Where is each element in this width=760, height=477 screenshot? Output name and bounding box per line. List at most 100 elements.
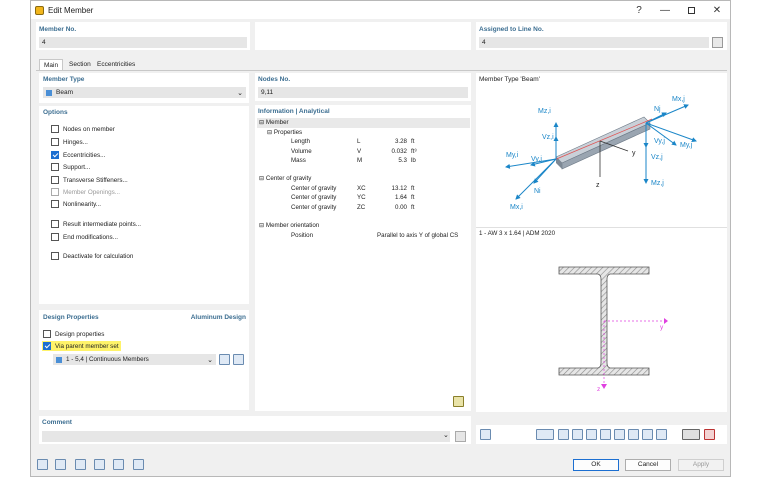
tree-row-cog[interactable]: ⊟ Center of gravity <box>257 174 470 184</box>
option-label: Eccentricities... <box>63 151 106 159</box>
member-set-select[interactable]: 1 - 5,4 | Continuous Members ⌄ <box>53 354 216 365</box>
maximize-button[interactable] <box>684 3 698 17</box>
preview-title: Member Type 'Beam' <box>479 76 540 83</box>
label-y-axis: y <box>632 150 636 157</box>
assigned-field[interactable]: 4 <box>479 37 709 48</box>
section-drawing: y z <box>558 266 668 391</box>
prop-unit: ft <box>411 138 415 145</box>
tab-section[interactable]: Section <box>65 59 95 70</box>
option-label: End modifications... <box>63 233 118 241</box>
member-info-icon[interactable] <box>75 459 86 470</box>
formula-icon[interactable] <box>133 459 144 470</box>
tab-main[interactable]: Main <box>39 59 64 70</box>
prop-symbol: ZC <box>357 203 366 211</box>
grid-icon[interactable] <box>642 429 653 440</box>
chevron-down-icon[interactable]: ⌄ <box>443 431 449 439</box>
aluminum-design-label: Aluminum Design <box>190 314 246 321</box>
axis-y-icon[interactable] <box>600 429 611 440</box>
option-hinges[interactable]: Hinges... <box>51 137 88 147</box>
tree-row-orientation[interactable]: ⊟ Member orientation <box>257 221 470 231</box>
export-info-icon[interactable] <box>453 396 464 407</box>
table-row: Center of gravity YC 1.64 ft <box>257 193 470 203</box>
option-nonlinearity[interactable]: Nonlinearity... <box>51 199 101 209</box>
table-row: Mass M 5.3 lb <box>257 156 470 166</box>
option-result-intermediate-points[interactable]: Result intermediate points... <box>51 219 141 229</box>
cancel-button[interactable]: Cancel <box>625 459 671 471</box>
search-icon[interactable] <box>37 459 48 470</box>
tab-eccentricities[interactable]: Eccentricities <box>93 59 139 70</box>
member-type-select[interactable]: Beam ⌄ <box>43 87 246 98</box>
member-no-field[interactable]: 4 <box>39 37 247 48</box>
comment-panel: Comment ⌄ <box>39 416 471 444</box>
table-icon[interactable] <box>656 429 667 440</box>
label-my-j: My,j <box>680 142 693 149</box>
window-title: Edit Member <box>48 5 94 15</box>
assigned-panel: Assigned to Line No. 4 <box>476 22 727 50</box>
prop-name: Center of gravity <box>291 194 337 201</box>
prop-unit: ft <box>411 184 415 192</box>
model-check-icon[interactable] <box>113 459 124 470</box>
reset-view-icon[interactable] <box>704 429 715 440</box>
view-settings-icon[interactable] <box>480 429 491 440</box>
checkbox-checked[interactable] <box>43 342 51 350</box>
help-icon[interactable]: ? <box>632 3 646 17</box>
table-row: Length L 3.28 ft <box>257 137 470 147</box>
option-support[interactable]: Support... <box>51 162 90 172</box>
view-select-icon[interactable] <box>536 429 554 440</box>
edit-member-set-icon[interactable] <box>233 354 244 365</box>
coordinates-icon[interactable] <box>94 459 105 470</box>
label-vz-i: Vz,i <box>542 134 554 141</box>
dimension-icon[interactable] <box>572 429 583 440</box>
checkbox[interactable] <box>51 200 59 208</box>
prop-name: Center of gravity <box>291 184 337 192</box>
option-end-modifications[interactable]: End modifications... <box>51 232 118 242</box>
prop-name: Length <box>291 138 310 145</box>
option-nodes-on-member[interactable]: Nodes on member <box>51 124 115 134</box>
new-member-set-icon[interactable] <box>219 354 230 365</box>
ok-button[interactable]: OK <box>573 459 619 471</box>
checkbox[interactable] <box>51 163 59 171</box>
option-label: Nonlinearity... <box>63 200 102 208</box>
checkbox-checked[interactable] <box>51 151 59 159</box>
apply-button[interactable]: Apply <box>678 459 724 471</box>
centroid-icon[interactable] <box>586 429 597 440</box>
tree-row-member[interactable]: ⊟ Member <box>257 118 470 128</box>
prop-value: 0.00 <box>394 203 407 211</box>
option-deactivate[interactable]: Deactivate for calculation <box>51 251 133 261</box>
nodes-field[interactable]: 9,11 <box>258 87 468 98</box>
checkbox[interactable] <box>51 176 59 184</box>
prop-value: 13.12 <box>391 184 407 192</box>
label-z-axis: z <box>596 182 600 189</box>
comment-label: Comment <box>42 419 72 426</box>
checkbox[interactable] <box>51 252 59 260</box>
tree-row-properties[interactable]: ⊟ Properties <box>257 128 470 138</box>
option-label: Nodes on member <box>63 125 115 133</box>
label-vz-j: Vz,j <box>651 154 663 161</box>
option-design-properties[interactable]: Design properties <box>43 329 104 339</box>
prop-value: 3.28 <box>394 138 407 145</box>
units-icon[interactable] <box>55 459 66 470</box>
select-line-icon[interactable] <box>712 37 723 48</box>
label-n-j: Nj <box>654 106 661 113</box>
comment-input[interactable] <box>42 431 450 442</box>
option-label: Design properties <box>55 330 105 338</box>
printer-icon[interactable] <box>682 429 700 440</box>
stress-points-icon[interactable] <box>628 429 639 440</box>
close-button[interactable]: ✕ <box>710 3 724 17</box>
option-via-parent-member-set[interactable]: Via parent member set <box>42 341 121 351</box>
option-eccentricities[interactable]: Eccentricities... <box>51 150 105 160</box>
minimize-button[interactable]: — <box>658 3 672 17</box>
checkbox[interactable] <box>51 125 59 133</box>
label-mz-j: Mz,j <box>651 180 664 187</box>
checkbox[interactable] <box>43 330 51 338</box>
section-axis-y: y <box>660 324 664 331</box>
checkbox[interactable] <box>51 233 59 241</box>
option-transverse-stiffeners[interactable]: Transverse Stiffeners... <box>51 175 128 185</box>
prop-symbol: XC <box>357 184 366 192</box>
checkbox[interactable] <box>51 220 59 228</box>
checkbox[interactable] <box>51 138 59 146</box>
comment-edit-icon[interactable] <box>455 431 466 442</box>
print-section-icon[interactable] <box>558 429 569 440</box>
options-label: Options <box>43 109 68 116</box>
axis-z-icon[interactable] <box>614 429 625 440</box>
